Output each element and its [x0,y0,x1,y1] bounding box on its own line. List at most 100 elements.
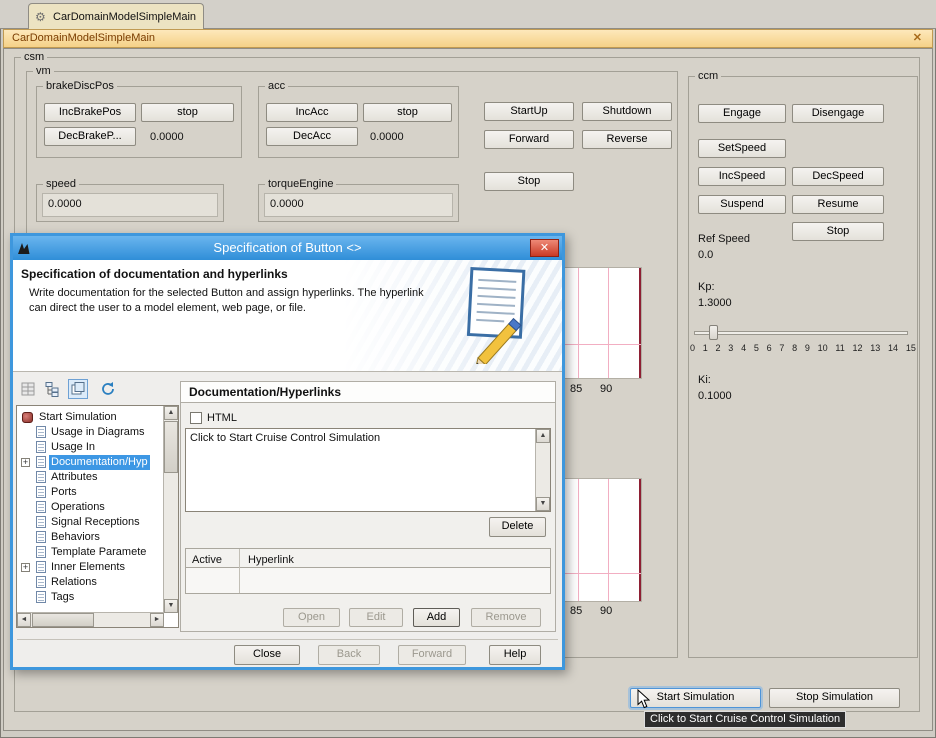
tree-item[interactable]: Template Paramete [18,545,162,560]
scroll-up-icon[interactable]: ▲ [164,406,178,420]
remove-button[interactable]: Remove [471,608,541,627]
tick-label: 2 [716,343,721,353]
suspend-button[interactable]: Suspend [698,195,786,214]
document-icon [36,516,46,528]
document-icon [36,471,46,483]
dialog-body: Specification of documentation and hyper… [13,260,562,667]
chart1-xtick: 90 [600,383,612,395]
shutdown-button[interactable]: Shutdown [582,102,672,121]
ccm-stop-button[interactable]: Stop [792,222,884,241]
tree-item[interactable]: Usage in Diagrams [18,425,162,440]
close-button[interactable]: Close [234,645,300,665]
open-button[interactable]: Open [283,608,340,627]
decspeed-button[interactable]: DecSpeed [792,167,884,186]
html-checkbox[interactable] [190,412,202,424]
engage-button[interactable]: Engage [698,104,786,123]
incbrakepos-button[interactable]: IncBrakePos [44,103,136,122]
scroll-up-icon[interactable]: ▲ [536,429,550,443]
forward-button[interactable]: Forward [398,645,466,665]
tree-item[interactable]: Attributes [18,470,162,485]
refresh-icon[interactable] [98,379,118,399]
scroll-right-icon[interactable]: ► [150,613,164,627]
textarea-scrollbar[interactable]: ▲ ▼ [535,429,550,511]
startup-button[interactable]: StartUp [484,102,574,121]
tree-item-label: Tags [49,590,76,605]
scrollbar-thumb[interactable] [32,613,94,627]
add-button[interactable]: Add [413,608,460,627]
group-csm-label: csm [21,50,47,64]
incacc-button[interactable]: IncAcc [266,103,358,122]
hyperlink-table[interactable]: Active Hyperlink [185,548,551,594]
tree-root[interactable]: Start Simulation [18,410,162,425]
document-icon [36,546,46,558]
properties-grid-icon[interactable] [18,379,38,399]
tree-item[interactable]: + Documentation/Hyp [18,455,162,470]
acc-stop-button[interactable]: stop [363,103,452,122]
resume-button[interactable]: Resume [792,195,884,214]
dialog-header: Specification of documentation and hyper… [13,260,562,372]
forward-button[interactable]: Forward [484,130,574,149]
disengage-button[interactable]: Disengage [792,104,884,123]
stop-simulation-button[interactable]: Stop Simulation [769,688,900,708]
scroll-left-icon[interactable]: ◄ [17,613,31,627]
group-vm-label: vm [33,64,54,78]
tree-item[interactable]: Relations [18,575,162,590]
scroll-down-icon[interactable]: ▼ [536,497,550,511]
tab-strip: ⚙ CarDomainModelSimpleMain [0,0,936,29]
stacked-panes-icon[interactable] [68,379,88,399]
decacc-button[interactable]: DecAcc [266,127,358,146]
header-desc-line2: can direct the user to a model element, … [29,302,306,314]
expand-icon[interactable]: + [21,458,30,467]
document-icon [36,576,46,588]
tree-item-label: Usage In [49,440,97,455]
tree-item-label: Signal Receptions [49,515,142,530]
torque-value: 0.0000 [270,198,304,210]
mouse-cursor [637,689,650,712]
footer-separator [17,639,558,640]
tree-item[interactable]: + Inner Elements [18,560,162,575]
delete-button[interactable]: Delete [489,517,546,537]
scrollbar-thumb[interactable] [164,421,178,473]
expand-icon[interactable]: + [21,563,30,572]
tick-label: 6 [767,343,772,353]
decbrakepos-button[interactable]: DecBrakeP... [44,127,136,146]
tree-item[interactable]: Tags [18,590,162,605]
tree-vertical-scrollbar[interactable]: ▲ ▼ [163,406,178,613]
setspeed-button[interactable]: SetSpeed [698,139,786,158]
frame-title-bar[interactable]: CarDomainModelSimpleMain ✕ [3,29,933,48]
brake-stop-button[interactable]: stop [141,103,234,122]
help-button[interactable]: Help [489,645,541,665]
incspeed-button[interactable]: IncSpeed [698,167,786,186]
column-active: Active [192,551,222,569]
dialog-close-icon[interactable]: ✕ [530,239,559,257]
kp-slider-thumb[interactable] [709,325,718,340]
containment-tree-icon[interactable] [42,379,62,399]
reverse-button[interactable]: Reverse [582,130,672,149]
chart2-xtick: 90 [600,605,612,617]
documentation-textarea[interactable]: Click to Start Cruise Control Simulation… [185,428,551,512]
hyperlink-table-header: Active Hyperlink [186,549,550,568]
tree-item[interactable]: Signal Receptions [18,515,162,530]
tree-item[interactable]: Ports [18,485,162,500]
speed-value: 0.0000 [48,198,82,210]
scroll-down-icon[interactable]: ▼ [164,599,178,613]
drive-stop-button[interactable]: Stop [484,172,574,191]
kp-label: Kp: [698,281,715,293]
tick-label: 7 [779,343,784,353]
tree-item[interactable]: Operations [18,500,162,515]
ki-value: 0.1000 [698,390,732,402]
back-button[interactable]: Back [318,645,380,665]
tree-horizontal-scrollbar[interactable]: ◄ ► [17,612,164,627]
dialog-title-bar[interactable]: Specification of Button <> ✕ [13,236,562,260]
gridline [578,479,579,601]
chart-cursor-line [639,479,641,601]
tree-item[interactable]: Behaviors [18,530,162,545]
tab-cardomainmodel[interactable]: ⚙ CarDomainModelSimpleMain [28,3,204,29]
frame-close-icon[interactable]: ✕ [913,30,922,47]
spec-tree[interactable]: Start Simulation Usage in Diagrams Usage… [16,405,179,628]
edit-button[interactable]: Edit [349,608,403,627]
application-window: ⚙ CarDomainModelSimpleMain CarDomainMode… [0,0,936,738]
kp-slider-track[interactable] [694,331,908,335]
tick-label: 3 [728,343,733,353]
tree-item[interactable]: Usage In [18,440,162,455]
